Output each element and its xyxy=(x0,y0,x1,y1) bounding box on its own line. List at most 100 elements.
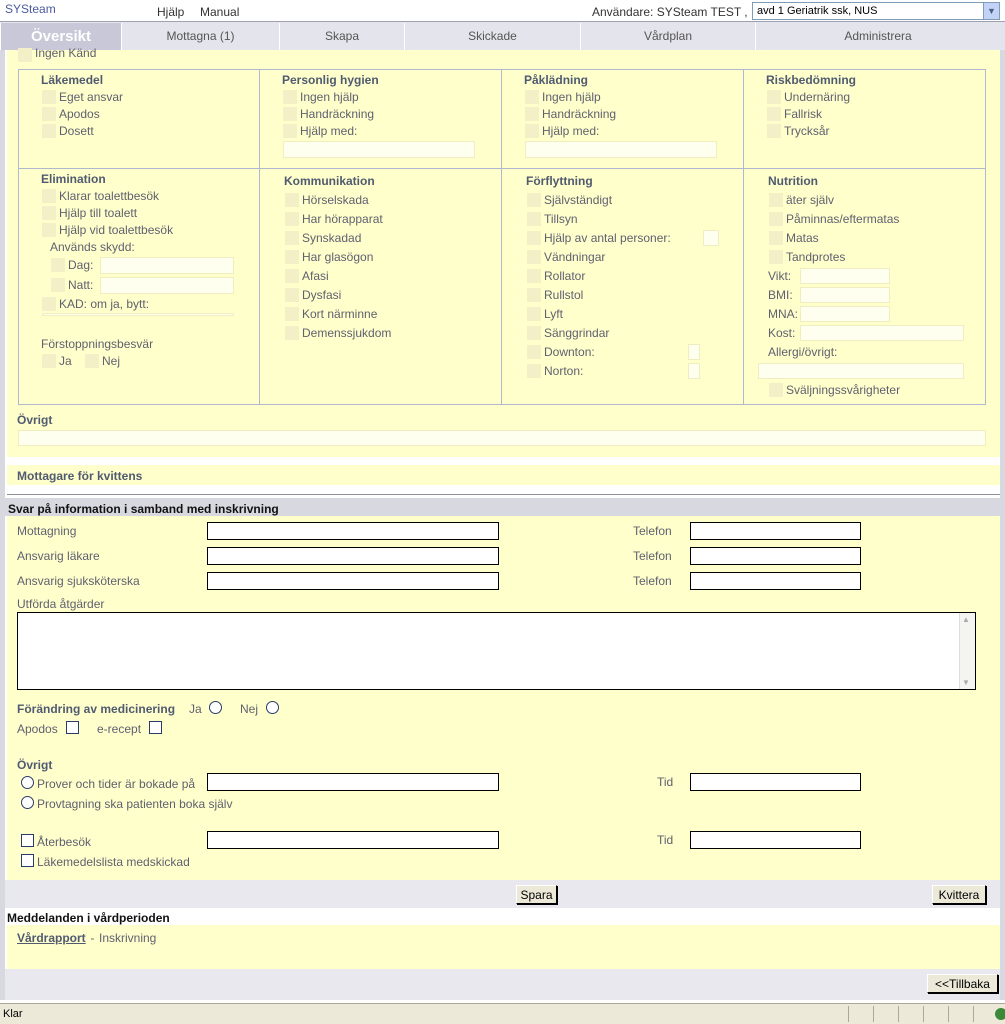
label-dosett: Dosett xyxy=(59,124,94,138)
prover-input[interactable] xyxy=(207,773,499,791)
radio-prover[interactable] xyxy=(21,776,34,789)
checkbox-erecept[interactable] xyxy=(149,721,162,734)
checkbox-svar-apodos[interactable] xyxy=(66,721,79,734)
tab-mottagna[interactable]: Mottagna (1) xyxy=(121,23,279,50)
tab-skapa[interactable]: Skapa xyxy=(279,23,404,50)
checkbox-ingen-kand[interactable] xyxy=(18,48,32,62)
checkbox-forstoppning-nej[interactable] xyxy=(85,354,99,368)
checkbox-pak-hjalp-med[interactable] xyxy=(525,124,539,138)
checkbox-pak-ingen-hjalp[interactable] xyxy=(525,90,539,104)
dag-input[interactable] xyxy=(100,257,234,274)
vardrapport-link[interactable]: Vårdrapport xyxy=(17,931,86,945)
checkbox-hygien-ingen-hjalp[interactable] xyxy=(283,90,297,104)
scroll-up-icon[interactable]: ▲ xyxy=(962,615,970,624)
checkbox-klarar-toalett[interactable] xyxy=(42,189,56,203)
checkbox-matas[interactable] xyxy=(769,231,783,245)
unit-select[interactable]: avd 1 Geriatrik ssk, NUS ▼ xyxy=(752,2,1000,20)
checkbox-paminnas[interactable] xyxy=(769,212,783,226)
checkbox-trycksar[interactable] xyxy=(767,124,781,138)
checkbox-hjalp-vid-toalett[interactable] xyxy=(42,223,56,237)
hygien-hjalp-med-input[interactable] xyxy=(283,141,475,158)
checkbox-horapparat[interactable] xyxy=(285,212,299,226)
checkbox-svalj[interactable] xyxy=(769,383,783,397)
scroll-down-icon[interactable]: ▼ xyxy=(962,678,970,687)
checkbox-hjalp-till-toalett[interactable] xyxy=(42,206,56,220)
checkbox-glasogon[interactable] xyxy=(285,250,299,264)
checkbox-sjalvstandigt[interactable] xyxy=(527,193,541,207)
textarea-scrollbar[interactable]: ▲ ▼ xyxy=(959,613,975,689)
checkbox-lakemedelslista[interactable] xyxy=(21,854,34,867)
checkbox-eget-ansvar[interactable] xyxy=(42,90,56,104)
checkbox-rullstol[interactable] xyxy=(527,288,541,302)
checkbox-kad[interactable] xyxy=(42,297,56,311)
telefon-2-input[interactable] xyxy=(690,547,861,565)
heading-pakladning: Påklädning xyxy=(524,73,589,87)
hjalp-antal-input[interactable] xyxy=(703,230,719,246)
checkbox-fallrisk[interactable] xyxy=(767,107,781,121)
radio-provtagning[interactable] xyxy=(21,796,34,809)
checkbox-dag[interactable] xyxy=(51,258,65,272)
checkbox-sanggrindar[interactable] xyxy=(527,326,541,340)
radio-andring-nej[interactable] xyxy=(266,701,279,714)
label-lyft: Lyft xyxy=(544,307,563,321)
menu-help-link[interactable]: Hjälp xyxy=(157,5,184,19)
checkbox-horselskada[interactable] xyxy=(285,193,299,207)
radio-andring-ja[interactable] xyxy=(209,701,222,714)
checkbox-lyft[interactable] xyxy=(527,307,541,321)
pak-hjalp-med-input[interactable] xyxy=(525,141,717,158)
tid-2-input[interactable] xyxy=(690,831,861,849)
kvittera-button[interactable]: Kvittera xyxy=(932,885,986,904)
tab-skickade[interactable]: Skickade xyxy=(404,23,580,50)
checkbox-ater-sjalv[interactable] xyxy=(769,193,783,207)
tab-administrera[interactable]: Administrera xyxy=(755,23,1000,50)
globe-icon xyxy=(995,1008,1005,1020)
checkbox-afasi[interactable] xyxy=(285,269,299,283)
checkbox-forstoppning-ja[interactable] xyxy=(42,354,56,368)
aterbesok-input[interactable] xyxy=(207,831,499,849)
lakare-input[interactable] xyxy=(207,547,499,565)
checkbox-pak-handrackning[interactable] xyxy=(525,107,539,121)
checkbox-downton[interactable] xyxy=(527,345,541,359)
norton-input[interactable] xyxy=(688,363,700,379)
checkbox-synskadad[interactable] xyxy=(285,231,299,245)
allergi-input[interactable] xyxy=(758,363,964,379)
tillbaka-button[interactable]: <<Tillbaka xyxy=(927,974,998,993)
telefon-3-input[interactable] xyxy=(690,572,861,590)
mna-input[interactable] xyxy=(800,306,890,322)
checkbox-norton[interactable] xyxy=(527,364,541,378)
label-fallrisk: Fallrisk xyxy=(784,107,822,121)
checkbox-apodos[interactable] xyxy=(42,107,56,121)
checkbox-demens[interactable] xyxy=(285,326,299,340)
status-divider-3 xyxy=(898,1006,899,1022)
checkbox-kort-narminne[interactable] xyxy=(285,307,299,321)
checkbox-tandprotes[interactable] xyxy=(769,250,783,264)
checkbox-vandningar[interactable] xyxy=(527,250,541,264)
checkbox-dysfasi[interactable] xyxy=(285,288,299,302)
downton-input[interactable] xyxy=(688,344,700,360)
kost-input[interactable] xyxy=(800,325,964,341)
mottagning-input[interactable] xyxy=(207,522,499,540)
checkbox-undernaring[interactable] xyxy=(767,90,781,104)
checkbox-natt[interactable] xyxy=(51,278,65,292)
tid-1-input[interactable] xyxy=(690,773,861,791)
menu-manual-link[interactable]: Manual xyxy=(200,5,239,19)
ovrigt-top-input[interactable] xyxy=(18,430,986,446)
spara-button[interactable]: Spara xyxy=(516,885,557,904)
telefon-1-input[interactable] xyxy=(690,522,861,540)
checkbox-hjalp-antal[interactable] xyxy=(527,231,541,245)
checkbox-hygien-handrackning[interactable] xyxy=(283,107,297,121)
tab-vardplan[interactable]: Vårdplan xyxy=(580,23,755,50)
checkbox-rollator[interactable] xyxy=(527,269,541,283)
chevron-down-icon[interactable]: ▼ xyxy=(983,3,999,19)
bmi-input[interactable] xyxy=(800,287,890,303)
kad-input[interactable] xyxy=(42,313,234,316)
checkbox-hygien-hjalp-med[interactable] xyxy=(283,124,297,138)
natt-input[interactable] xyxy=(100,277,234,294)
checkbox-tillsyn[interactable] xyxy=(527,212,541,226)
checkbox-aterbesok[interactable] xyxy=(21,834,34,847)
vikt-input[interactable] xyxy=(800,268,890,284)
utforda-textarea[interactable]: ▲ ▼ xyxy=(17,612,976,690)
section-separator xyxy=(7,492,1000,495)
checkbox-dosett[interactable] xyxy=(42,124,56,138)
ssk-input[interactable] xyxy=(207,572,499,590)
